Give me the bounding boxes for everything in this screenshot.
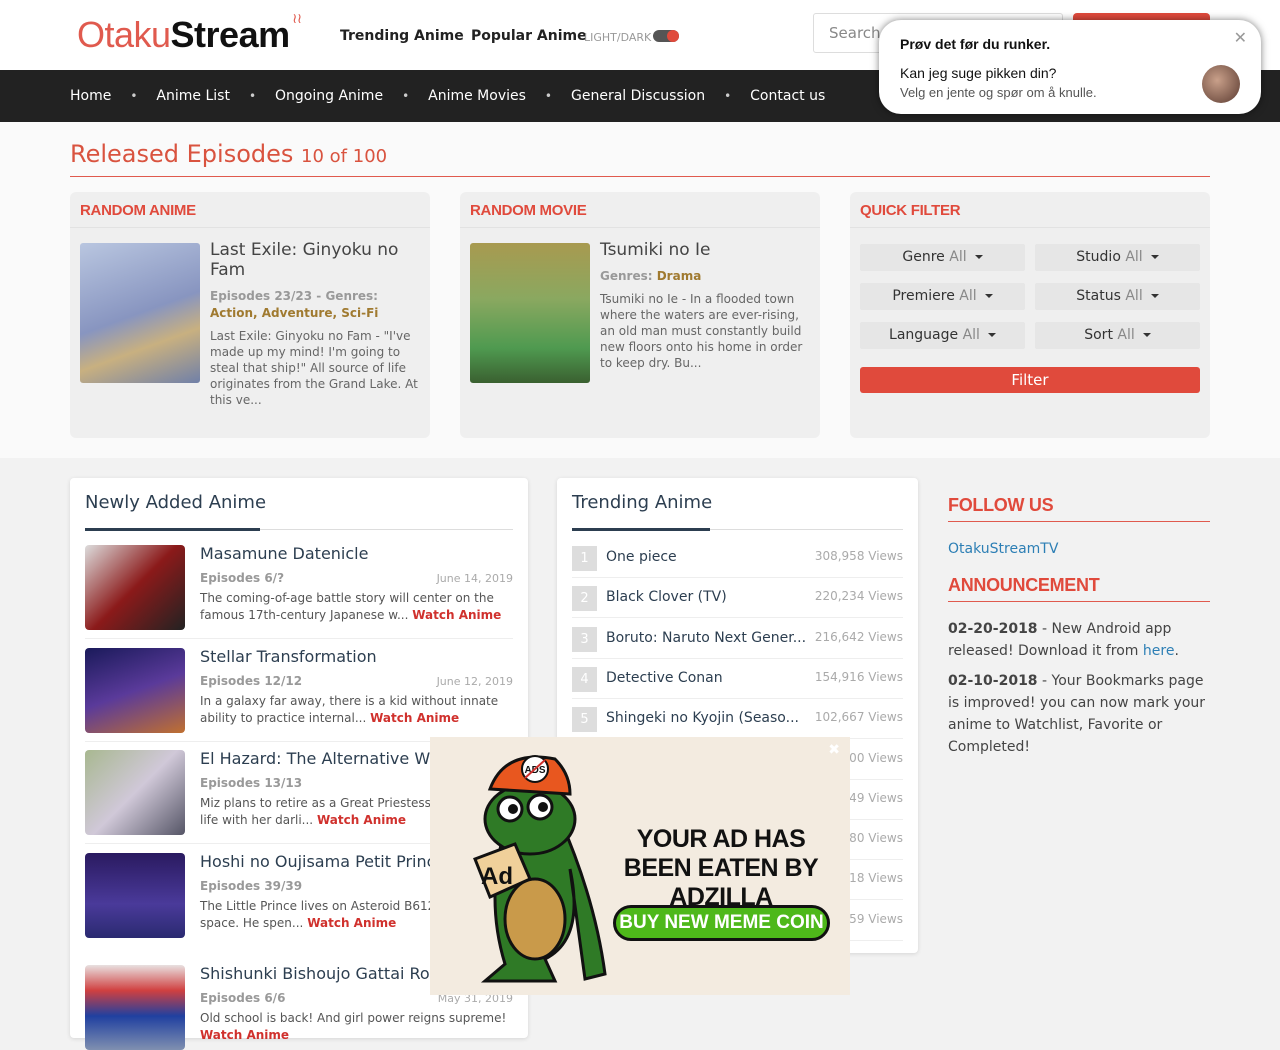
trending-item[interactable]: 5 Shingeki no Kyojin (Seaso... 102,667 V… bbox=[572, 699, 903, 740]
sidebar: FOLLOW US OtakuStreamTV ANNOUNCEMENT 02-… bbox=[948, 494, 1210, 758]
nav-anime-movies[interactable]: Anime Movies bbox=[428, 88, 526, 104]
trending-anime-link[interactable]: Trending Anime bbox=[340, 28, 464, 44]
trending-title[interactable]: Boruto: Naruto Next Gener... bbox=[606, 630, 806, 646]
trending-title[interactable]: One piece bbox=[606, 549, 677, 565]
studio-select[interactable]: Studio All bbox=[1035, 244, 1200, 271]
trending-item[interactable]: 2 Black Clover (TV) 220,234 Views bbox=[572, 578, 903, 619]
download-link[interactable]: here bbox=[1143, 643, 1175, 659]
adzilla-mascot-icon: ADS Ad bbox=[473, 755, 607, 983]
anime-title[interactable]: El Hazard: The Alternative World bbox=[200, 749, 460, 768]
view-count: 102,667 Views bbox=[814, 710, 903, 725]
view-count: 216,642 Views bbox=[814, 629, 903, 644]
anime-title[interactable]: Hoshi no Oujisama Petit Princ bbox=[200, 852, 435, 871]
nav-ongoing-anime[interactable]: Ongoing Anime bbox=[275, 88, 383, 104]
nav-home[interactable]: Home bbox=[70, 88, 111, 104]
watch-anime-link[interactable]: Watch Anime bbox=[317, 813, 406, 827]
trending-item[interactable]: 4 Detective Conan 154,916 Views bbox=[572, 659, 903, 699]
movie-title[interactable]: Tsumiki no Ie bbox=[600, 240, 810, 260]
rank-badge: 2 bbox=[572, 586, 597, 612]
svg-text:Ad: Ad bbox=[481, 863, 513, 890]
anime-title[interactable]: Last Exile: Ginyoku no Fam bbox=[210, 240, 420, 280]
episode-count: 10 of 100 bbox=[301, 146, 388, 167]
view-count: 308,958 Views bbox=[814, 549, 903, 563]
quick-filter-card: QUICK FILTER Genre All Studio All Premie… bbox=[850, 192, 1210, 438]
rank-badge: 1 bbox=[572, 546, 597, 571]
view-count: 518 Views bbox=[841, 871, 903, 886]
anime-poster[interactable] bbox=[80, 243, 200, 383]
caret-down-icon bbox=[1142, 333, 1151, 337]
logo[interactable]: OtakuStream ≀≀ bbox=[77, 10, 302, 56]
page-title: Released Episodes 10 of 100 bbox=[70, 140, 388, 168]
caret-down-icon bbox=[984, 294, 993, 298]
genres[interactable]: Drama bbox=[657, 269, 702, 283]
notification-popup[interactable]: Prøv det før du runker. Kan jeg suge pik… bbox=[879, 20, 1261, 114]
watch-anime-link[interactable]: Watch Anime bbox=[200, 1028, 289, 1042]
filter-button[interactable]: Filter bbox=[860, 367, 1200, 393]
nav-anime-list[interactable]: Anime List bbox=[156, 88, 230, 104]
sort-select[interactable]: Sort All bbox=[1035, 322, 1200, 349]
genre-select[interactable]: Genre All bbox=[860, 244, 1025, 271]
premiere-select[interactable]: Premiere All bbox=[860, 283, 1025, 310]
anime-thumbnail[interactable] bbox=[85, 648, 185, 733]
ad-overlay[interactable]: ✖ ADS Ad YOUR AD HAS BEEN EATEN BY ADZIL… bbox=[430, 737, 850, 995]
anime-title[interactable]: Masamune Datenicle bbox=[200, 544, 368, 563]
movie-poster[interactable] bbox=[470, 243, 590, 383]
announcement: 02-20-2018 - New Android app released! D… bbox=[948, 621, 1179, 659]
close-icon[interactable]: ✖ bbox=[828, 742, 840, 758]
follow-link[interactable]: OtakuStreamTV bbox=[948, 541, 1058, 557]
view-count: 580 Views bbox=[841, 831, 903, 846]
avatar bbox=[1202, 65, 1240, 103]
watch-anime-link[interactable]: Watch Anime bbox=[370, 711, 459, 725]
caret-down-icon bbox=[987, 333, 996, 337]
status-select[interactable]: Status All bbox=[1035, 283, 1200, 310]
caret-down-icon bbox=[1150, 255, 1159, 259]
watch-anime-link[interactable]: Watch Anime bbox=[307, 916, 396, 930]
view-count: 220,234 Views bbox=[814, 589, 903, 604]
genres[interactable]: Action, Adventure, Sci-Fi bbox=[210, 306, 378, 320]
trending-title[interactable]: Detective Conan bbox=[606, 670, 723, 686]
watch-anime-link[interactable]: Watch Anime bbox=[412, 608, 501, 622]
trending-title[interactable]: Shingeki no Kyojin (Seaso... bbox=[606, 710, 799, 726]
follow-heading: FOLLOW US bbox=[948, 494, 1210, 522]
language-select[interactable]: Language All bbox=[860, 322, 1025, 349]
anime-title[interactable]: Shishunki Bishoujo Gattai Rob bbox=[200, 964, 440, 983]
anime-thumbnail[interactable] bbox=[85, 545, 185, 630]
rank-badge: 3 bbox=[572, 626, 597, 652]
nav-contact-us[interactable]: Contact us bbox=[750, 88, 825, 104]
anime-thumbnail[interactable] bbox=[85, 965, 185, 1050]
caret-down-icon bbox=[1150, 294, 1159, 298]
trending-title[interactable]: Black Clover (TV) bbox=[606, 589, 727, 605]
rank-badge: 4 bbox=[572, 666, 597, 692]
announcement: 02-10-2018 - Your Bookmarks page is impr… bbox=[948, 673, 1206, 755]
buy-meme-coin-button[interactable]: BUY NEW MEME COIN bbox=[613, 905, 830, 941]
steam-icon: ≀≀ bbox=[292, 10, 302, 26]
theme-toggle[interactable] bbox=[653, 30, 679, 42]
anime-thumbnail[interactable] bbox=[85, 750, 185, 835]
popular-anime-link[interactable]: Popular Anime bbox=[471, 28, 587, 44]
random-anime-card: RANDOM ANIME Last Exile: Ginyoku no Fam … bbox=[70, 192, 430, 438]
view-count: 549 Views bbox=[841, 790, 903, 805]
view-count: 359 Views bbox=[841, 911, 903, 926]
rank-badge: 5 bbox=[572, 707, 597, 733]
anime-title[interactable]: Stellar Transformation bbox=[200, 647, 377, 666]
nav-general-discussion[interactable]: General Discussion bbox=[571, 88, 705, 104]
close-icon[interactable]: ✕ bbox=[1234, 28, 1247, 48]
trending-item[interactable]: 3 Boruto: Naruto Next Gener... 216,642 V… bbox=[572, 619, 903, 659]
theme-label: LIGHT/DARK bbox=[584, 31, 652, 44]
ad-headline: YOUR AD HAS BEEN EATEN BY ADZILLA bbox=[623, 825, 819, 911]
random-movie-card: RANDOM MOVIE Tsumiki no Ie Genres: Drama… bbox=[460, 192, 820, 438]
announcement-heading: ANNOUNCEMENT bbox=[948, 574, 1210, 602]
trending-item[interactable]: 1 One piece 308,958 Views bbox=[572, 538, 903, 578]
caret-down-icon bbox=[974, 255, 983, 259]
view-count: 154,916 Views bbox=[814, 669, 903, 684]
anime-thumbnail[interactable] bbox=[85, 853, 185, 938]
